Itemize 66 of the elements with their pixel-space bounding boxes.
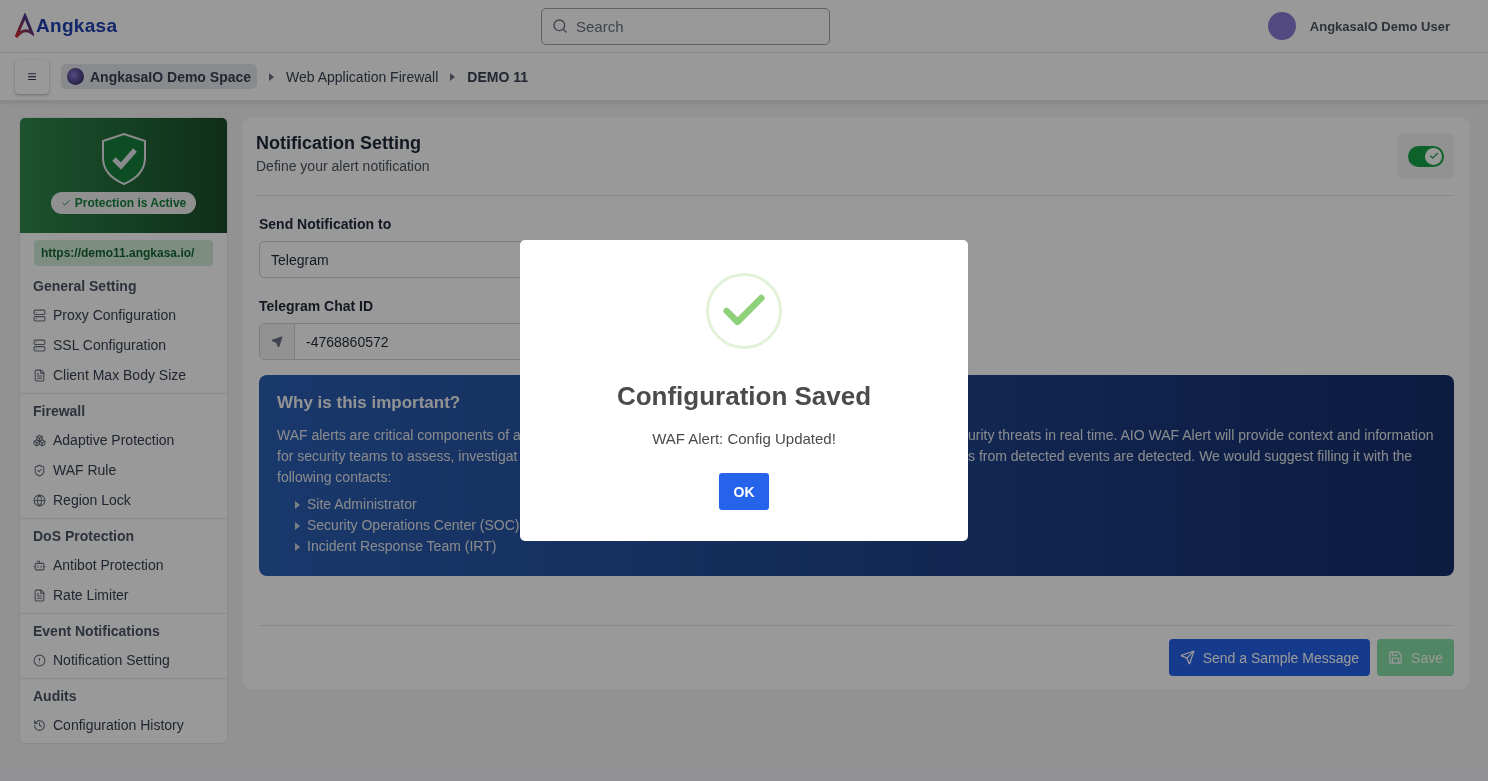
- contact-item: Site Administrator: [307, 495, 417, 514]
- globe-icon: [67, 68, 84, 85]
- check-icon: [60, 198, 71, 208]
- space-crumb[interactable]: AngkasaIO Demo Space: [61, 64, 258, 89]
- panel-subtitle: Define your alert notification: [256, 158, 430, 174]
- bullet-icon: [295, 521, 300, 530]
- ok-button[interactable]: OK: [719, 473, 769, 510]
- section-title: Audits: [32, 687, 78, 706]
- field-label: Send Notification to: [259, 216, 393, 232]
- chevron-icon: [450, 72, 456, 81]
- sidebar-item[interactable]: Notification Setting: [20, 645, 227, 675]
- item-icon: [33, 338, 46, 352]
- item-icon: [33, 588, 46, 602]
- info-text: for security teams to assess, investigat: [277, 447, 518, 466]
- dialog-message: WAF Alert: Config Updated!: [652, 430, 836, 447]
- dialog-title: Configuration Saved: [616, 381, 872, 412]
- sidebar-item[interactable]: Rate Limiter: [20, 580, 227, 610]
- breadcrumb-item: DEMO 11: [467, 68, 529, 85]
- info-title: Why is this important?: [277, 393, 461, 413]
- paper-plane-icon: [1179, 650, 1195, 665]
- check-icon: [1428, 151, 1439, 161]
- sidebar-item[interactable]: SSL Configuration: [20, 330, 227, 360]
- chevron-icon: [269, 72, 275, 81]
- section-title: DoS Protection: [32, 527, 136, 546]
- shield-check-icon: [100, 132, 147, 186]
- contact-item: Incident Response Team (IRT): [307, 537, 497, 556]
- sidebar-item[interactable]: WAF Rule: [20, 455, 227, 485]
- item-icon: [33, 368, 46, 382]
- notification-toggle[interactable]: [1408, 145, 1444, 167]
- user-avatar[interactable]: [1267, 12, 1296, 40]
- item-icon: [33, 718, 46, 732]
- section-title: Firewall: [32, 402, 87, 421]
- bullet-icon: [295, 542, 300, 551]
- search-icon: [552, 18, 568, 34]
- breadcrumb-item[interactable]: Web Application Firewall: [286, 68, 439, 85]
- menu-button[interactable]: ≡: [15, 59, 49, 94]
- status-badge: Protection is Active: [50, 192, 197, 214]
- item-icon: [33, 433, 46, 447]
- user-name[interactable]: AngkasaIO Demo User: [1309, 18, 1450, 34]
- site-url[interactable]: https://demo11.angkasa.io/: [34, 240, 213, 266]
- send-button[interactable]: Send a Sample Message: [1168, 639, 1371, 676]
- item-icon: [33, 463, 46, 477]
- info-text: WAF alerts are critical components of a: [277, 426, 521, 445]
- sidebar-item[interactable]: Proxy Configuration: [20, 300, 227, 330]
- field-label: Telegram Chat ID: [259, 298, 375, 314]
- info-text: following contacts:: [277, 468, 392, 487]
- sidebar-item[interactable]: Antibot Protection: [20, 550, 227, 580]
- logo-text: Angkasa: [36, 15, 118, 37]
- section-title: Event Notifications: [32, 622, 161, 641]
- item-icon: [33, 308, 46, 322]
- info-text: urity threats in real time. AIO WAF Alert will provide context and information: [968, 426, 1434, 445]
- contact-item: Security Operations Center (SOC): [307, 516, 520, 535]
- paper-plane-icon: [271, 335, 283, 348]
- sidebar-item[interactable]: Region Lock: [20, 485, 227, 515]
- sidebar-item[interactable]: Client Max Body Size: [20, 360, 227, 390]
- item-icon: [33, 558, 46, 572]
- sidebar-item[interactable]: Configuration History: [20, 710, 227, 740]
- section-title: General Setting: [32, 277, 138, 296]
- info-text: s from detected events are detected. We would suggest filling it with the: [968, 447, 1413, 466]
- bullet-icon: [295, 500, 300, 509]
- item-icon: [33, 653, 46, 667]
- logo-icon: [14, 13, 34, 39]
- panel-title: Notification Setting: [256, 133, 422, 154]
- search-field[interactable]: Search: [541, 7, 830, 45]
- item-icon: [33, 493, 46, 507]
- sidebar-item[interactable]: Adaptive Protection: [20, 425, 227, 455]
